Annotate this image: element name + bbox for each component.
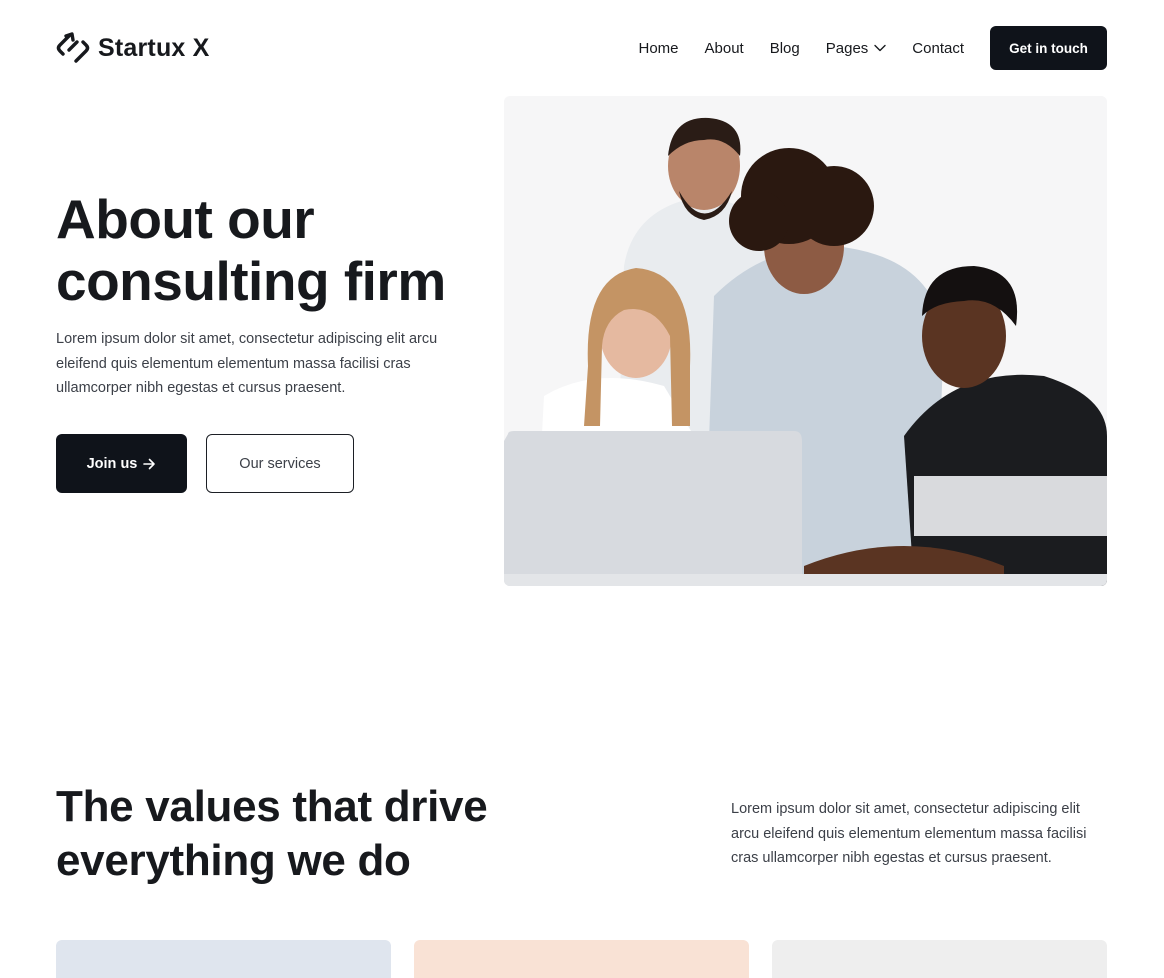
nav-item-contact[interactable]: Contact: [912, 40, 964, 57]
nav-item-pages[interactable]: Pages: [826, 40, 887, 57]
chevron-down-icon: [874, 44, 886, 52]
brand-name: Startux X: [98, 33, 210, 62]
value-card: [772, 940, 1107, 978]
hero-team-photo: [504, 96, 1107, 586]
value-card: [414, 940, 749, 978]
main-nav: Home About Blog Pages Contact Get in tou…: [639, 26, 1107, 70]
get-in-touch-button[interactable]: Get in touch: [990, 26, 1107, 70]
our-services-button[interactable]: Our services: [206, 434, 354, 493]
arrow-right-icon: [143, 458, 156, 469]
values-description: Lorem ipsum dolor sit amet, consectetur …: [731, 801, 1087, 866]
nav-item-blog[interactable]: Blog: [770, 40, 800, 57]
value-card: [56, 940, 391, 978]
link-arrow-icon: [56, 32, 90, 63]
join-us-button[interactable]: Join us: [56, 434, 187, 493]
team-photo-illustration: [504, 96, 1107, 586]
values-title: The values that drive everything we do: [56, 782, 488, 885]
site-header: Startux X Home About Blog Pages Contact …: [56, 26, 1107, 70]
nav-item-about[interactable]: About: [705, 40, 744, 57]
nav-item-pages-label: Pages: [825, 39, 869, 57]
brand-logo[interactable]: Startux X: [56, 30, 210, 66]
nav-item-home[interactable]: Home: [639, 40, 679, 57]
hero-title: About our consulting firm: [56, 188, 446, 312]
hero-description: Lorem ipsum dolor sit amet, consectetur …: [56, 331, 438, 396]
join-us-label: Join us: [86, 455, 138, 472]
